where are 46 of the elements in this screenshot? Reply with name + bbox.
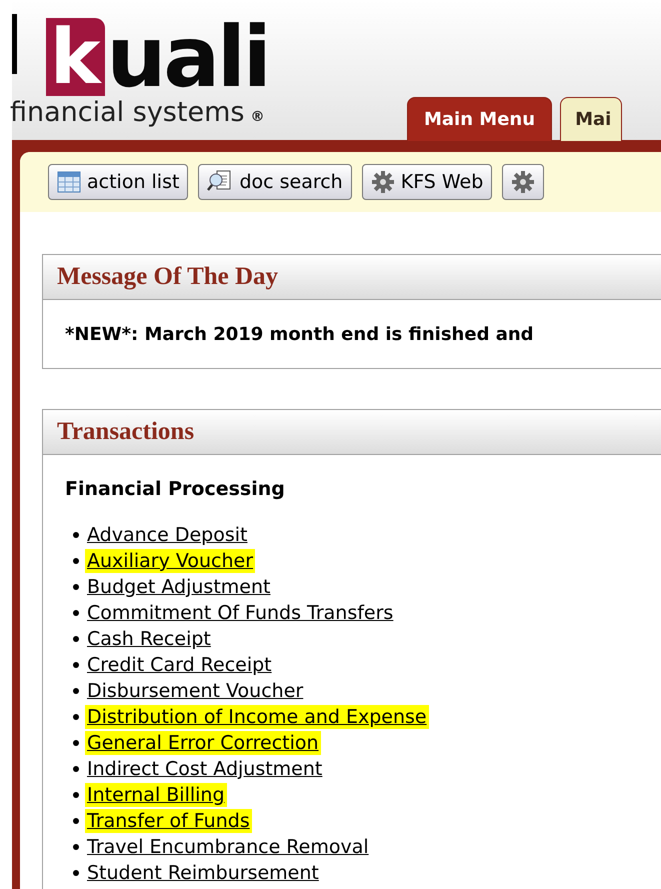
transaction-link[interactable]: Budget Adjustment (87, 575, 270, 599)
panel-title: Message Of The Day (57, 262, 278, 292)
bullet-icon (73, 662, 79, 668)
logo-initial: k (46, 18, 105, 96)
transaction-link[interactable]: Disbursement Voucher (87, 679, 304, 703)
bullet-icon (73, 740, 79, 746)
transaction-link[interactable]: General Error Correction (85, 731, 321, 755)
transaction-link[interactable]: Internal Billing (85, 783, 227, 807)
bullet-icon (73, 870, 79, 876)
transaction-link[interactable]: Student Reimbursement (87, 861, 319, 885)
transaction-link[interactable]: Advance Deposit (87, 523, 248, 547)
bullet-icon (73, 714, 79, 720)
logo-edge-mark (12, 14, 17, 74)
gear-icon (511, 170, 536, 194)
logo-tagline: financial systems (10, 96, 244, 130)
toolbar-button[interactable]: KFS Web (362, 164, 492, 200)
bullet-icon (73, 584, 79, 590)
transaction-link[interactable]: Auxiliary Voucher (85, 549, 256, 573)
bullet-icon (73, 844, 79, 850)
message-text: *NEW*: March 2019 month end is finished and (65, 322, 534, 346)
logo-wordmark: uali (106, 18, 269, 96)
bullet-icon (73, 558, 79, 564)
transaction-link[interactable]: Credit Card Receipt (87, 653, 272, 677)
tab[interactable]: Main Menu (407, 97, 552, 141)
tab[interactable]: Mai (560, 97, 622, 141)
bullet-icon (73, 792, 79, 798)
transaction-link[interactable]: Commitment Of Funds Transfers (87, 601, 394, 625)
toolbar-button[interactable] (502, 164, 544, 200)
transaction-link[interactable]: Cash Receipt (87, 627, 211, 651)
panel-title: Transactions (57, 417, 194, 448)
bullet-icon (73, 636, 79, 642)
bullet-icon (73, 818, 79, 824)
bullet-icon (73, 610, 79, 616)
section-heading: Financial Processing (65, 477, 286, 502)
bullet-icon (73, 532, 79, 538)
bullet-icon (73, 766, 79, 772)
bullet-icon (73, 688, 79, 694)
toolbar-button[interactable]: doc search (198, 164, 352, 200)
toolbar-button[interactable]: action list (48, 164, 188, 200)
registered-mark: ® (250, 108, 264, 127)
transaction-link[interactable]: Travel Encumbrance Removal (87, 835, 369, 859)
gear-icon (370, 170, 395, 194)
table-icon (57, 171, 81, 193)
transaction-link[interactable]: Distribution of Income and Expense (85, 705, 429, 729)
transaction-link[interactable]: Transfer of Funds (85, 809, 252, 833)
transaction-link[interactable]: Indirect Cost Adjustment (87, 757, 322, 781)
